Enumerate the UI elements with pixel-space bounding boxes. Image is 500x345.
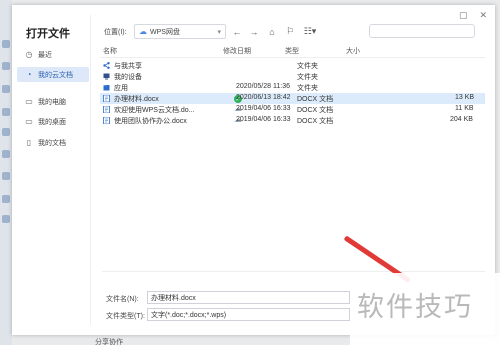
filename-field[interactable]: 办理材料.docx	[147, 291, 350, 304]
nav-item-label: 我的电脑	[38, 98, 66, 106]
file-modified: 2019/04/06 16:33	[236, 105, 291, 112]
file-row[interactable]: 我的设备 文件夹	[100, 71, 485, 82]
filetype-value: 文字(*.doc;*.docx;*.wps)	[151, 311, 227, 319]
file-size: 13 KB	[455, 94, 475, 101]
background-app-icon	[2, 150, 10, 158]
nav-item-label: 我的云文档	[38, 71, 73, 79]
desktop-icon: ▭	[25, 117, 33, 126]
file-size: 204 KB	[450, 116, 473, 123]
header-divider	[100, 57, 485, 58]
file-name: 办理材料.docx	[114, 96, 159, 103]
background-partial-text: 分享协作	[95, 339, 123, 345]
nav-item-recent[interactable]: ◷ 最近	[17, 47, 89, 62]
filetype-label: 文件类型(T):	[106, 313, 145, 320]
file-modified: 2019/04/06 16:33	[236, 116, 291, 123]
nav-item-label: 我的文档	[38, 139, 66, 147]
search-input[interactable]	[369, 24, 475, 38]
location-value: WPS网盘	[150, 28, 180, 36]
background-app-icon	[2, 172, 10, 180]
file-row[interactable]: 使用团队协作办公.docx ☁ 2019/04/06 16:33 DOCX 文档…	[100, 115, 485, 126]
background-app-icon	[2, 85, 10, 93]
background-app-sidebar	[0, 0, 12, 345]
file-size: 11 KB	[455, 105, 474, 112]
file-row[interactable]: 与我共享 文件夹	[100, 60, 485, 71]
file-name: 欢迎使用WPS云文档.do...	[114, 107, 195, 114]
view-mode-icon[interactable]: ☷▾	[302, 24, 318, 39]
new-folder-icon[interactable]: ⚐	[284, 24, 296, 39]
background-app-icon	[2, 195, 10, 203]
close-icon[interactable]: ✕	[479, 10, 487, 21]
file-row[interactable]: 欢迎使用WPS云文档.do... ☁ 2019/04/06 16:33 DOCX…	[100, 104, 485, 115]
docx-icon	[103, 105, 110, 114]
file-name: 我的设备	[114, 74, 142, 81]
documents-icon: ▯	[26, 138, 32, 147]
column-header-type[interactable]: 类型	[285, 46, 299, 56]
nav-item-label: 最近	[38, 51, 52, 59]
location-label: 位置(I):	[104, 29, 127, 36]
cloud-icon: ☁	[139, 27, 147, 36]
file-row[interactable]: 应用 2020/05/28 11:36 文件夹	[100, 82, 485, 93]
docx-icon	[103, 116, 110, 125]
watermark-text: 软件技巧	[357, 292, 473, 323]
filename-value: 办理材料.docx	[151, 294, 196, 302]
dialog-sidebar: 打开文件 ◷ 最近 ◔ 我的云文档 ▭ 我的电脑 ▭ 我的桌面 ▯ 我的文档	[12, 5, 90, 335]
file-type: DOCX 文档	[297, 118, 334, 125]
column-header-size[interactable]: 大小	[346, 46, 360, 56]
file-modified: 2020/06/13 18:42	[236, 94, 291, 101]
file-type: DOCX 文档	[297, 96, 334, 103]
docx-icon	[103, 94, 110, 103]
filename-label: 文件名(N):	[106, 296, 139, 303]
computer-icon: ▭	[25, 97, 33, 106]
file-modified: 2020/05/28 11:36	[236, 83, 290, 90]
forward-arrow-icon[interactable]: →	[248, 24, 260, 39]
background-app-icon	[2, 108, 10, 116]
nav-item-label: 我的桌面	[38, 118, 66, 126]
background-app-icon	[2, 40, 10, 48]
footer-divider	[102, 271, 485, 272]
file-row-selected[interactable]: 办理材料.docx ✓ 2020/06/13 18:42 DOCX 文档 13 …	[100, 93, 485, 104]
nav-item-cloud-docs[interactable]: ◔ 我的云文档	[17, 67, 89, 82]
column-header-modified[interactable]: 修改日期	[223, 46, 251, 56]
back-arrow-icon[interactable]: ←	[231, 24, 243, 39]
dialog-title: 打开文件	[26, 28, 70, 40]
folder-icon	[103, 84, 110, 91]
location-dropdown[interactable]: ☁ WPS网盘 ▾	[134, 24, 226, 39]
file-name: 使用团队协作办公.docx	[114, 118, 187, 125]
device-icon	[103, 73, 110, 80]
chevron-down-icon: ▾	[217, 28, 221, 36]
column-header-name[interactable]: 名称	[103, 46, 117, 56]
restore-icon[interactable]: ▢	[459, 10, 468, 21]
file-name: 与我共享	[114, 63, 142, 70]
filetype-select[interactable]: 文字(*.doc;*.docx;*.wps)	[147, 308, 350, 321]
file-type: 文件夹	[297, 63, 318, 70]
nav-item-my-desktop[interactable]: ▭ 我的桌面	[17, 114, 89, 129]
file-type: 文件夹	[297, 85, 318, 92]
background-app-icon	[2, 62, 10, 70]
sidebar-divider	[90, 15, 91, 325]
window-controls: ▢ ✕	[459, 10, 487, 21]
nav-item-my-documents[interactable]: ▯ 我的文档	[17, 135, 89, 150]
up-folder-icon[interactable]: ⌂	[266, 24, 278, 39]
file-type: 文件夹	[297, 74, 318, 81]
background-app-icon	[2, 128, 10, 136]
clock-icon: ◷	[25, 50, 33, 59]
file-type: DOCX 文档	[297, 107, 334, 114]
share-icon	[103, 62, 110, 69]
cloud-doc-icon: ◔	[26, 70, 32, 79]
background-app-icon	[2, 215, 10, 223]
nav-item-my-computer[interactable]: ▭ 我的电脑	[17, 94, 89, 109]
file-name: 应用	[114, 85, 128, 92]
